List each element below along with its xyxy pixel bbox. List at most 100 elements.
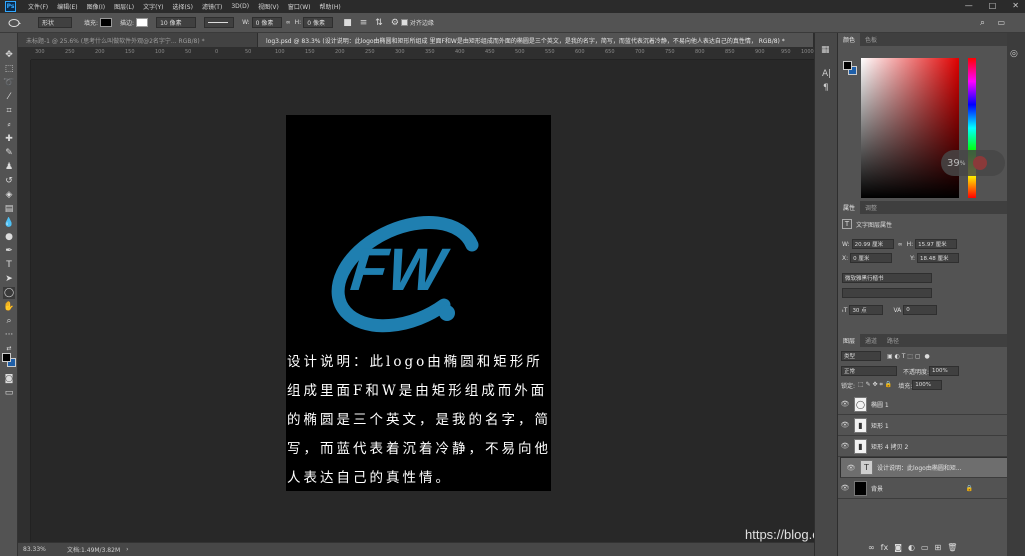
tracking-input[interactable]: 0	[903, 305, 938, 315]
status-arrow-icon[interactable]: ›	[126, 546, 128, 553]
zoom-tool-icon[interactable]: ⌕	[3, 315, 15, 327]
visibility-eye-icon[interactable]: 👁	[838, 400, 852, 408]
trash-icon[interactable]: 🗑	[947, 543, 957, 552]
layer-row[interactable]: 👁 ▮ 矩形 1	[838, 415, 1007, 436]
ellipse-shape-tool-icon[interactable]: ◯	[3, 287, 15, 299]
eraser-tool-icon[interactable]: ◈	[3, 189, 15, 201]
type-tool-icon[interactable]: T	[3, 259, 15, 271]
tab-paths[interactable]: 路径	[882, 334, 904, 347]
menu-edit[interactable]: 编辑(E)	[57, 2, 77, 11]
layer-row[interactable]: 👁 背景 🔒	[838, 478, 1007, 499]
font-family-select[interactable]: 微软雅黑行楷书	[842, 273, 932, 283]
close-button[interactable]: ✕	[1012, 1, 1019, 10]
menu-layer[interactable]: 图层(L)	[114, 2, 134, 11]
menu-filter[interactable]: 滤镜(T)	[202, 2, 222, 11]
horizontal-ruler[interactable]: 300 250 200 150 100 50 0 50 100 150 200 …	[31, 47, 814, 60]
tab-layers[interactable]: 图层	[838, 334, 861, 347]
clone-stamp-tool-icon[interactable]: ♟	[3, 161, 15, 173]
gear-icon[interactable]: ⚙	[391, 18, 399, 28]
workspace-icon[interactable]: ▭	[997, 18, 1005, 27]
menu-type[interactable]: 文字(Y)	[143, 2, 163, 11]
menu-window[interactable]: 窗口(W)	[288, 2, 311, 11]
tab-untitled-1[interactable]: 未标题-1 @ 25.6% (思考什么叫做软件外观@2名字宁... RGB/8)…	[18, 33, 258, 47]
foreground-color-swatch[interactable]	[2, 353, 11, 362]
lasso-tool-icon[interactable]: ➰	[3, 77, 15, 89]
vertical-ruler[interactable]	[18, 60, 31, 542]
fg-color-small[interactable]	[843, 61, 852, 70]
new-layer-icon[interactable]: ⊞	[935, 543, 942, 552]
mode-select[interactable]: 形状	[38, 17, 72, 28]
align-edges-checkbox[interactable]	[400, 19, 408, 26]
stroke-swatch[interactable]	[136, 18, 149, 27]
visibility-eye-icon[interactable]: 👁	[838, 421, 852, 429]
mask-icon[interactable]: ◙	[894, 543, 902, 552]
pen-tool-icon[interactable]: ✒	[3, 245, 15, 257]
menu-select[interactable]: 选择(S)	[172, 2, 193, 11]
gradient-tool-icon[interactable]: ▤	[3, 203, 15, 215]
more-tools-icon[interactable]: ···	[3, 329, 15, 341]
layer-filter-select[interactable]: 类型	[841, 351, 881, 361]
quick-mask-icon[interactable]: ◙	[3, 373, 15, 385]
fx-icon[interactable]: fx	[881, 543, 889, 552]
prop-x-input[interactable]: 0 厘米	[850, 253, 893, 263]
stroke-type-select[interactable]	[204, 17, 235, 28]
stroke-size-input[interactable]: 10 像素	[156, 17, 197, 28]
tab-channels[interactable]: 通道	[860, 334, 882, 347]
move-tool-icon[interactable]: ✥	[3, 49, 15, 61]
path-alignment-icon[interactable]: ≡	[360, 18, 368, 28]
history-icon[interactable]: ▦	[821, 45, 830, 55]
visibility-eye-icon[interactable]: 👁	[838, 484, 852, 492]
blur-tool-icon[interactable]: 💧	[3, 217, 15, 229]
quick-select-tool-icon[interactable]: ⁄	[3, 91, 15, 103]
adjustment-icon[interactable]: ◐	[908, 543, 915, 552]
layer-row-selected[interactable]: 👁 T 设计说明：此logo由椭圆和矩...	[840, 457, 1009, 478]
marquee-tool-icon[interactable]: ⬚	[3, 63, 15, 75]
opacity-input[interactable]: 100%	[929, 366, 960, 376]
healing-brush-tool-icon[interactable]: ✚	[3, 133, 15, 145]
font-style-select[interactable]	[842, 288, 932, 298]
path-select-tool-icon[interactable]: ➤	[3, 273, 15, 285]
tab-log3[interactable]: log3.psd @ 83.3% (设计说明：此logo由椭圆和矩形所组成 里面…	[258, 33, 814, 47]
filter-toggle-icon[interactable]: ●	[925, 353, 930, 360]
tab-properties[interactable]: 属性	[838, 201, 861, 214]
brush-tool-icon[interactable]: ✎	[3, 147, 15, 159]
visibility-eye-icon[interactable]: 👁	[844, 464, 858, 472]
crop-tool-icon[interactable]: ⌗	[3, 105, 15, 117]
h-input[interactable]: 0 像素	[303, 17, 334, 28]
minimize-button[interactable]: —	[965, 1, 973, 10]
dodge-tool-icon[interactable]: ●	[3, 231, 15, 243]
character-icon[interactable]: A|	[822, 69, 831, 79]
history-brush-tool-icon[interactable]: ↺	[3, 175, 15, 187]
link-icon[interactable]: ∞	[898, 241, 903, 248]
fill-input[interactable]: 100%	[912, 380, 943, 390]
tab-adjustments[interactable]: 调整	[860, 201, 882, 214]
menu-file[interactable]: 文件(F)	[28, 2, 48, 11]
fill-swatch[interactable]	[100, 18, 113, 27]
blend-mode-select[interactable]: 正常	[841, 366, 897, 376]
menu-image[interactable]: 图像(I)	[87, 2, 105, 11]
prop-w-input[interactable]: 20.99 厘米	[851, 239, 894, 249]
layer-row[interactable]: 👁 ◯ 椭圆 1	[838, 394, 1007, 415]
menu-help[interactable]: 帮助(H)	[320, 2, 341, 11]
lock-icons[interactable]: ⬚ ✎ ✥ ⌗ 🔒	[858, 381, 892, 389]
font-size-input[interactable]: 30 点	[849, 305, 884, 315]
tool-preset-picker[interactable]	[8, 18, 22, 28]
filter-pixel-icon[interactable]: ▣ ◐ T ⬚ ▢	[887, 353, 921, 360]
menu-view[interactable]: 视图(V)	[258, 2, 279, 11]
link-layers-icon[interactable]: ∞	[868, 543, 875, 552]
tab-color[interactable]: 颜色	[838, 33, 861, 46]
color-field[interactable]	[861, 58, 959, 198]
tab-swatches[interactable]: 色板	[860, 33, 882, 46]
search-icon[interactable]: ⌕	[980, 18, 985, 28]
eyedropper-tool-icon[interactable]: ⸗	[3, 119, 15, 131]
path-arrangement-icon[interactable]: ⇅	[375, 18, 383, 28]
zoom-level[interactable]: 83.33%	[23, 546, 67, 553]
link-icon[interactable]: ∞	[286, 19, 291, 26]
menu-3d[interactable]: 3D(D)	[231, 3, 249, 10]
layer-row[interactable]: 👁 ▮ 矩形 4 拷贝 2	[838, 436, 1007, 457]
ruler-origin[interactable]	[18, 47, 31, 60]
libraries-icon[interactable]: ◎	[1010, 49, 1018, 59]
visibility-eye-icon[interactable]: 👁	[838, 442, 852, 450]
screen-mode-icon[interactable]: ▭	[3, 387, 15, 399]
group-icon[interactable]: ▭	[921, 543, 929, 552]
